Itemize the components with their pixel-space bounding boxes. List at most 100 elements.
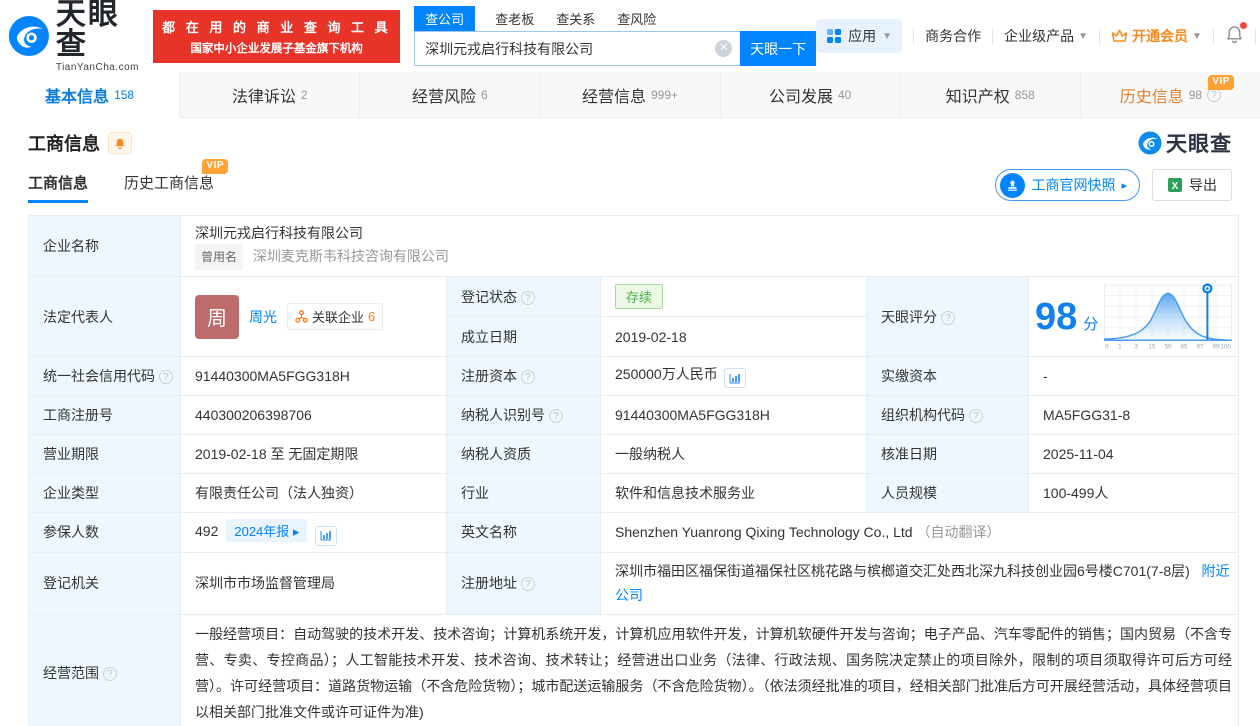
business-scope-cell: 一般经营项目：自动驾驶的技术开发、技术咨询；计算机系统开发，计算机应用软件开发，… [179, 613, 1240, 726]
stamp-icon [1000, 172, 1026, 198]
help-icon[interactable]: ? [158, 370, 173, 384]
open-vip-menu[interactable]: 开通会员 ▼ [1111, 26, 1202, 46]
svg-text:1: 1 [1118, 343, 1122, 350]
tab-history-info[interactable]: VIP 历史信息 98 ? [1081, 72, 1260, 117]
taxpayer-id-label: 纳税人识别号 ? [446, 395, 601, 435]
score-unit: 分 [1083, 316, 1099, 333]
menu-divider [1098, 28, 1100, 44]
credit-code-label: 统一社会信用代码 ? [28, 356, 181, 396]
help-icon[interactable]: ? [102, 666, 117, 681]
tianyancha-logo-icon [8, 15, 49, 57]
search-tab-risk[interactable]: 查风险 [615, 6, 658, 31]
paid-capital-label: 实缴资本 [866, 356, 1029, 396]
company-nav-tabs: 基本信息 158 法律诉讼 2 经营风险 6 经营信息 999+ 公司发展 40… [0, 72, 1260, 118]
help-icon[interactable]: ? [520, 577, 535, 591]
business-scope-value: 一般经营项目：自动驾驶的技术开发、技术咨询；计算机系统开发，计算机应用软件开发，… [195, 625, 1233, 720]
auto-translate-note: （自动翻译） [916, 524, 1001, 541]
enterprise-products-label: 企业级产品 [1004, 28, 1075, 44]
excel-icon: X [1168, 178, 1182, 192]
notification-dot [1239, 22, 1247, 29]
business-term-label: 营业期限 [28, 434, 181, 474]
legal-rep-avatar[interactable]: 周 [195, 294, 239, 339]
tab-legal-proceedings[interactable]: 法律诉讼 2 [180, 72, 361, 117]
reg-capital-value: 250000万人民币 [615, 365, 718, 382]
score-cell[interactable]: 98 分 0 1 3 15 50 85 97 99 100 [1027, 276, 1240, 357]
search-input[interactable] [414, 31, 741, 66]
svg-text:85: 85 [1181, 343, 1189, 350]
business-cooperation-label: 商务合作 [925, 28, 982, 44]
menu-divider [1254, 28, 1256, 44]
subscribe-bell-button[interactable] [108, 132, 132, 154]
apps-menu[interactable]: 应用 ▼ [816, 19, 903, 53]
former-name-value: 深圳麦克斯韦科技咨询有限公司 [252, 248, 449, 264]
svg-text:X: X [1172, 181, 1179, 192]
reg-status-label: 登记状态 ? [446, 276, 601, 317]
search-tab-company[interactable]: 查公司 [414, 6, 476, 31]
company-type-label: 企业类型 [28, 473, 181, 513]
reg-number-value: 440300206398706 [180, 395, 447, 435]
help-icon[interactable]: ? [968, 409, 983, 423]
help-icon[interactable]: ? [520, 370, 535, 384]
subtab-business-registration[interactable]: 工商信息 [28, 172, 89, 203]
search-tab-boss[interactable]: 查老板 [493, 6, 536, 31]
search-tabs: 查公司 查老板 查关系 查风险 [414, 6, 816, 31]
taxpayer-id-value: 91440300MA5FGG318H [600, 395, 867, 435]
tab-basic-info-count: 158 [114, 87, 135, 102]
business-scope-label: 经营范围 ? [28, 613, 181, 726]
annual-report-badge[interactable]: 2024年报 ▸ [226, 519, 308, 542]
help-icon[interactable]: ? [520, 290, 535, 305]
tab-company-development[interactable]: 公司发展 40 [721, 72, 901, 117]
tab-operational-risk-count: 6 [481, 87, 488, 102]
menu-divider [1212, 28, 1214, 44]
export-button[interactable]: X 导出 [1152, 169, 1232, 201]
tab-intellectual-property[interactable]: 知识产权 858 [901, 72, 1081, 117]
insured-trend-chart-icon[interactable] [315, 525, 338, 546]
help-icon[interactable]: ? [548, 409, 563, 423]
promo-banner: 都 在 用 的 商 业 查 询 工 具 国家中小企业发展子基金旗下机构 [153, 9, 401, 63]
score-value: 98 [1035, 295, 1078, 338]
open-vip-label: 开通会员 [1131, 28, 1188, 44]
reg-address-value: 深圳市福田区福保街道福保社区桃花路与槟榔道交汇处西北深九科技创业园6号楼C701… [615, 563, 1190, 579]
tab-legal-proceedings-count: 2 [300, 87, 308, 102]
official-snapshot-button[interactable]: 工商官网快照 ▸ [995, 169, 1140, 201]
tianyancha-logo[interactable]: 天眼查 TianYanCha.com [8, 0, 143, 73]
menu-divider [913, 28, 915, 44]
tianyancha-logo-icon [1138, 131, 1162, 155]
tab-legal-proceedings-label: 法律诉讼 [231, 88, 296, 106]
apps-label: 应用 [848, 28, 877, 44]
capital-trend-chart-icon[interactable] [723, 368, 746, 389]
company-name-label: 企业名称 [28, 215, 181, 277]
tab-business-info[interactable]: 经营信息 999+ [540, 72, 721, 117]
apps-grid-icon [827, 29, 842, 43]
legal-rep-name-link[interactable]: 周光 [249, 307, 277, 327]
search-button[interactable]: 天眼一下 [740, 31, 817, 66]
help-icon[interactable]: ? [940, 310, 955, 325]
watermark-text: 天眼查 [1166, 133, 1232, 156]
org-code-value: MA5FGG31-8 [1027, 395, 1240, 435]
brand-name: 天眼查 [55, 0, 120, 61]
tab-basic-info[interactable]: 基本信息 158 [0, 72, 181, 118]
establish-date-value: 2019-02-18 [600, 316, 867, 357]
business-cooperation-link[interactable]: 商务合作 [925, 26, 981, 46]
tab-history-info-label: 历史信息 [1119, 88, 1184, 106]
tab-basic-info-label: 基本信息 [45, 88, 110, 106]
subtab-history-registration[interactable]: VIP 历史工商信息 [124, 159, 229, 203]
search-tab-relation[interactable]: 查关系 [554, 6, 597, 31]
reg-authority-value: 深圳市市场监督管理局 [180, 551, 447, 615]
official-snapshot-label: 工商官网快照 [1031, 177, 1116, 193]
related-companies-badge[interactable]: 关联企业 6 [287, 303, 384, 330]
credit-code-value: 91440300MA5FGG318H [180, 356, 447, 396]
notifications-bell[interactable] [1225, 22, 1247, 47]
tab-company-development-label: 公司发展 [768, 88, 833, 106]
related-companies-label: 关联企业 [312, 310, 365, 325]
reg-address-cell: 深圳市福田区福保街道福保社区桃花路与槟榔道交汇处西北深九科技创业园6号楼C701… [599, 551, 1240, 615]
enterprise-products-menu[interactable]: 企业级产品 ▼ [1004, 26, 1088, 46]
tab-company-development-count: 40 [837, 87, 852, 102]
vip-badge: VIP [1208, 75, 1234, 90]
tab-business-info-label: 经营信息 [581, 88, 646, 106]
approval-date-label: 核准日期 [866, 434, 1029, 474]
tab-intellectual-property-count: 858 [1014, 87, 1035, 102]
former-name-badge: 曾用名 [195, 244, 244, 270]
tab-operational-risk[interactable]: 经营风险 6 [360, 72, 541, 117]
tianyancha-watermark: 天眼查 [1138, 128, 1232, 158]
